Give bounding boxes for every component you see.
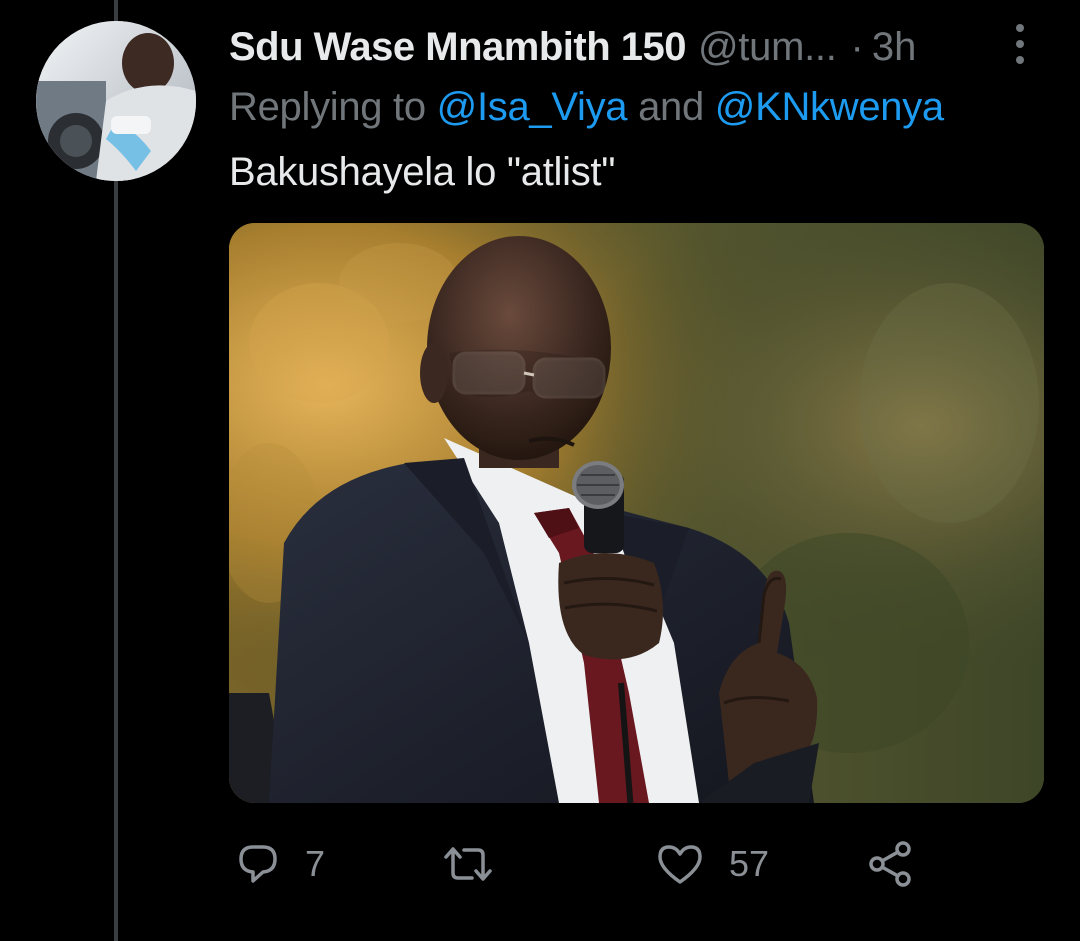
tweet-text: Bakushayela lo "atlist" [229,150,616,194]
more-dot [1016,56,1024,64]
retweet-button[interactable] [440,836,520,892]
share-button[interactable] [865,836,915,892]
more-dot [1016,24,1024,32]
like-count: 57 [729,843,770,884]
mention-link[interactable]: @Isa_Viya [437,85,628,129]
reply-count: 7 [305,843,326,884]
display-name[interactable]: Sdu Wase Mnambith 150 [229,25,687,70]
header-separator: · [850,24,864,69]
more-vertical-icon[interactable] [1008,22,1032,66]
avatar-photo [36,21,196,181]
replying-prefix: Replying to [229,85,426,129]
user-handle[interactable]: @tum... [698,25,837,70]
photo-man-speaking-into-microphone [229,223,1044,803]
like-button[interactable]: 57 [655,836,769,892]
tweet-header: Sdu Wase Mnambith 150 @tum... · 3h [229,22,916,72]
share-icon [865,839,915,889]
replying-joiner: and [638,85,704,129]
more-dot [1016,40,1024,48]
timestamp[interactable]: 3h [872,25,917,70]
avatar[interactable] [36,21,196,181]
reply-icon [235,841,281,887]
heart-icon [655,841,705,887]
tweet-action-bar: 7 57 [229,836,949,892]
tweet-photo[interactable] [229,223,1044,803]
mention-link[interactable]: @KNkwenya [715,85,944,129]
retweet-icon [440,841,496,887]
replying-to-line: Replying to @Isa_Viya and @KNkwenya [229,85,944,130]
reply-button[interactable]: 7 [235,836,325,892]
